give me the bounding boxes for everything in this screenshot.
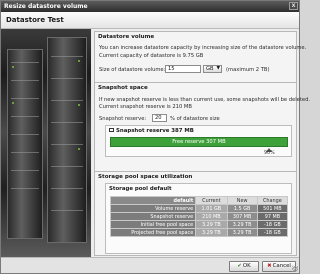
current-value: 1.01 GB xyxy=(195,204,228,213)
table-row: Projected free pool space 3.29 TB 3.29 T… xyxy=(109,228,289,237)
snapshot-reserve-box: Snapshot reserve 387 MB Free reserve 307… xyxy=(105,125,292,157)
title-bar[interactable]: Resize datastore volume x xyxy=(1,1,299,12)
snapshot-warning-text: If new snapshot reserve is less than cur… xyxy=(99,97,311,103)
current-value: 3.29 TB xyxy=(195,228,228,237)
free-reserve-label: Free reserve 307 MB xyxy=(172,139,226,145)
rack-unit xyxy=(47,37,87,243)
resize-grip[interactable] xyxy=(292,266,298,272)
utilization-table: default Current New Change Volume reserv… xyxy=(109,196,289,237)
snapshot-reserve-title: Snapshot reserve 387 MB xyxy=(116,128,194,134)
check-icon: ✔ xyxy=(237,263,242,269)
change-value: -18 GB xyxy=(256,220,289,229)
row-label: Volume reserve xyxy=(109,204,197,213)
new-value: 3.29 TB xyxy=(226,228,258,237)
new-value: 307 MB xyxy=(226,212,258,221)
table-header-row: default Current New Change xyxy=(109,196,289,205)
current-value: 3.29 TB xyxy=(195,220,228,229)
window-title: Resize datastore volume xyxy=(4,3,88,10)
table-icon xyxy=(109,128,114,132)
close-icon: ✖ xyxy=(267,263,272,269)
size-input[interactable]: 15 xyxy=(165,65,201,73)
dialog-content: Datastore volume You can increase datast… xyxy=(92,29,310,257)
current-value: 210 MB xyxy=(195,212,228,221)
new-value: 3.29 TB xyxy=(226,220,258,229)
current-capacity-text: Current capacity of datastore is 9.75 GB xyxy=(99,53,204,59)
cancel-button[interactable]: ✖Cancel xyxy=(262,261,296,272)
unit-select[interactable]: GB ▼ xyxy=(203,65,222,73)
reserve-label: Snapshot reserve: xyxy=(99,116,147,122)
section-title: Datastore volume xyxy=(98,34,155,40)
storage-pool-box: Storage pool default default Current New… xyxy=(105,183,292,254)
column-header: Change xyxy=(256,196,289,205)
size-label: Size of datastore volume: xyxy=(99,67,166,73)
capacity-description: You can increase datastore capacity by i… xyxy=(99,45,307,51)
ok-label: OK xyxy=(242,263,251,269)
table-row: Volume reserve 1.01 GB 1.5 GB 501 MB xyxy=(109,204,289,213)
change-value: 97 MB xyxy=(256,212,289,221)
row-label: Initial free pool space xyxy=(109,220,197,229)
table-row: Initial free pool space 3.29 TB 3.29 TB … xyxy=(109,220,289,229)
cancel-label: Cancel xyxy=(272,263,291,269)
box-title: Snapshot reserve 387 MB xyxy=(109,128,194,134)
new-value: 1.5 GB xyxy=(226,204,258,213)
max-size-note: (maximum 2 TB) xyxy=(226,67,270,73)
storage-pool-title: Storage pool default xyxy=(109,186,172,192)
datastore-name: Datastore Test xyxy=(6,16,64,24)
section-title: Snapshot space xyxy=(98,85,148,91)
row-label: Snapshot reserve xyxy=(109,212,197,221)
change-value: -18 GB xyxy=(256,228,289,237)
dialog-header: Datastore Test xyxy=(1,12,299,29)
rack-unit xyxy=(7,49,43,239)
column-header: default xyxy=(109,196,197,205)
resize-dialog: Resize datastore volume x Datastore Test… xyxy=(0,0,310,274)
usage-percent: 90% xyxy=(264,151,275,156)
free-reserve-bar: Free reserve 307 MB xyxy=(110,137,288,147)
change-value: 501 MB xyxy=(256,204,289,213)
section-title: Storage pool space utilization xyxy=(98,174,193,180)
storage-rack-image xyxy=(1,29,91,257)
ok-button[interactable]: ✔OK xyxy=(229,261,259,272)
snapshot-space-panel: Snapshot space If new snapshot reserve i… xyxy=(94,82,310,185)
chevron-down-icon: ▼ xyxy=(216,66,220,71)
unit-value: GB xyxy=(206,66,214,72)
snapshot-reserve-input[interactable]: 20 xyxy=(152,114,167,122)
column-header: Current xyxy=(195,196,228,205)
utilization-panel: Storage pool space utilization Storage p… xyxy=(94,171,297,256)
column-header: New xyxy=(226,196,258,205)
table-row: Snapshot reserve 210 MB 307 MB 97 MB xyxy=(109,212,289,221)
row-label: Projected free pool space xyxy=(109,228,197,237)
reserve-suffix: % of datastore size xyxy=(170,116,220,122)
dialog-footer: ✔OK ✖Cancel xyxy=(1,257,299,273)
close-button[interactable]: x xyxy=(289,2,298,10)
current-reserve-text: Current snapshot reserve is 210 MB xyxy=(99,104,192,110)
